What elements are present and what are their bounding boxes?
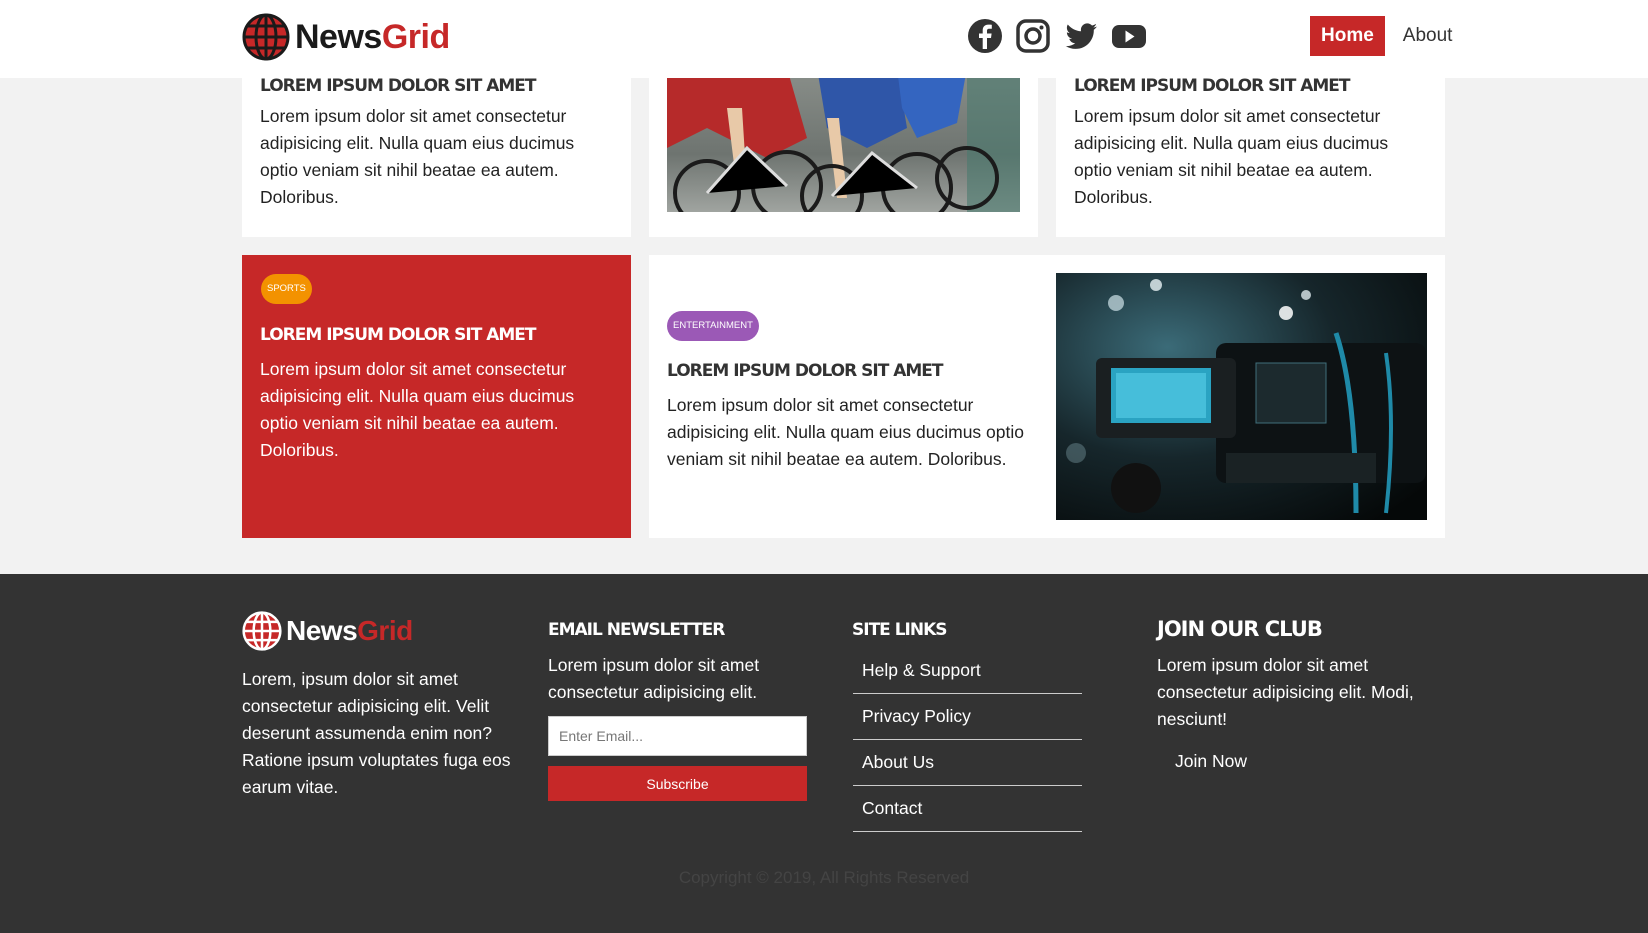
brand-grid: Grid — [381, 17, 450, 56]
main-nav: Home About — [1310, 16, 1462, 56]
brand-logo[interactable]: NewsGrid — [242, 12, 450, 62]
join-club-heading: Join Our Club — [1157, 617, 1323, 641]
instagram-icon[interactable] — [1014, 18, 1052, 54]
article-card-sports[interactable]: Sports Lorem ipsum dolor sit amet Lorem … — [242, 255, 631, 538]
article-excerpt: Lorem ipsum dolor sit amet consectetur a… — [260, 359, 575, 460]
site-link-item: About Us — [853, 740, 1082, 786]
social-links — [966, 18, 1148, 54]
site-footer: NewsGrid Lorem, ipsum dolor sit amet con… — [0, 574, 1648, 933]
footer-brand-logo[interactable]: NewsGrid — [242, 610, 413, 652]
nav-home-link[interactable]: Home — [1310, 16, 1385, 56]
about-us-link[interactable]: About Us — [853, 752, 934, 773]
video-camera-photo[interactable] — [1056, 273, 1427, 520]
copyright-text: Copyright © 2019, All Rights Reserved — [678, 868, 970, 887]
site-link-item: Privacy Policy — [853, 694, 1082, 740]
video-camera-photo-graphic — [1056, 273, 1427, 520]
brand-grid: Grid — [357, 615, 413, 646]
article-excerpt: Lorem ipsum dolor sit amet consectetur a… — [260, 106, 575, 207]
site-link-item: Help & Support — [853, 648, 1082, 694]
join-club-text: Lorem ipsum dolor sit amet consectetur a… — [1157, 655, 1414, 729]
article-card-entertainment[interactable]: Entertainment Lorem ipsum dolor sit amet… — [649, 255, 1445, 538]
site-links-list: Help & Support Privacy Policy About Us C… — [853, 648, 1082, 832]
globe-icon — [242, 611, 282, 651]
privacy-policy-link[interactable]: Privacy Policy — [853, 706, 971, 727]
article-title[interactable]: Lorem ipsum dolor sit amet — [260, 76, 537, 96]
article-card-top-middle[interactable] — [649, 68, 1038, 237]
article-card-top-left[interactable]: Lorem ipsum dolor sit amet Lorem ipsum d… — [242, 68, 631, 237]
newsletter-heading: Email Newsletter — [548, 620, 725, 640]
email-input[interactable] — [548, 716, 807, 756]
nav-about-link[interactable]: About — [1393, 17, 1463, 55]
globe-icon — [242, 13, 290, 61]
cycling-race-photo-graphic — [667, 68, 1020, 212]
subscribe-button[interactable]: Subscribe — [548, 766, 807, 801]
article-title[interactable]: Lorem ipsum dolor sit amet — [260, 325, 537, 345]
category-badge-entertainment[interactable]: Entertainment — [667, 311, 759, 341]
join-now-button[interactable]: Join Now — [1175, 751, 1247, 772]
help-support-link[interactable]: Help & Support — [853, 660, 981, 681]
article-card-top-right[interactable]: Lorem ipsum dolor sit amet Lorem ipsum d… — [1056, 68, 1445, 237]
article-excerpt: Lorem ipsum dolor sit amet consectetur a… — [667, 395, 1024, 469]
site-links-heading: Site Links — [852, 620, 947, 640]
article-excerpt: Lorem ipsum dolor sit amet consectetur a… — [1074, 106, 1389, 207]
footer-about-text: Lorem, ipsum dolor sit amet consectetur … — [242, 669, 511, 797]
cycling-race-photo[interactable] — [667, 68, 1020, 212]
twitter-icon[interactable] — [1062, 18, 1100, 54]
brand-name: NewsGrid — [295, 18, 450, 57]
brand-news: News — [295, 17, 382, 56]
footer-brand-name: NewsGrid — [286, 615, 413, 647]
contact-link[interactable]: Contact — [853, 798, 922, 819]
navbar: NewsGrid Home About — [0, 0, 1648, 78]
article-title[interactable]: Lorem ipsum dolor sit amet — [1074, 76, 1351, 96]
category-badge-sports[interactable]: Sports — [261, 274, 312, 304]
article-title[interactable]: Lorem ipsum dolor sit amet — [667, 361, 944, 381]
brand-news: News — [286, 615, 358, 646]
youtube-icon[interactable] — [1110, 18, 1148, 54]
newsletter-text: Lorem ipsum dolor sit amet consectetur a… — [548, 655, 760, 702]
site-link-item: Contact — [853, 786, 1082, 832]
facebook-icon[interactable] — [966, 18, 1004, 54]
